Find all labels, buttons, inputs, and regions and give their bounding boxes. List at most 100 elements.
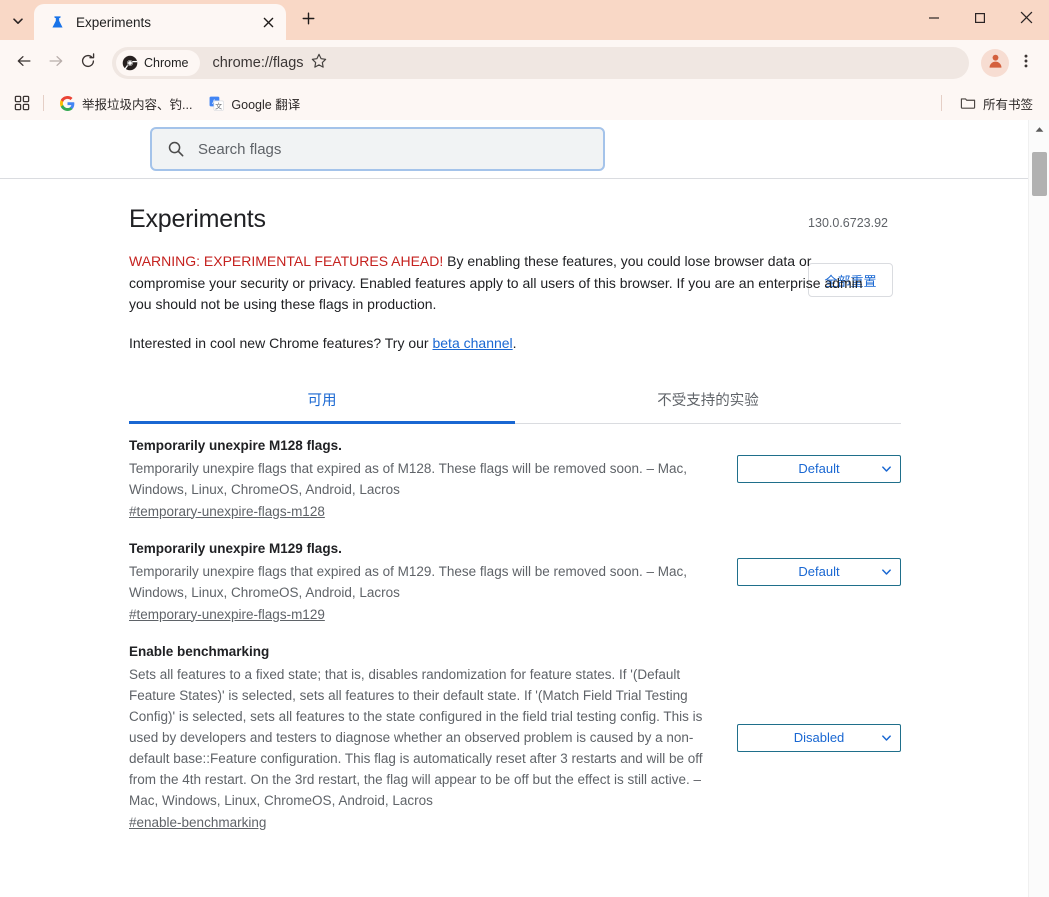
flag-text: Temporarily unexpire M128 flags. Tempora… [129, 437, 737, 521]
new-tab-button[interactable] [294, 7, 322, 35]
search-icon [166, 139, 186, 159]
scroll-up-arrow-icon[interactable] [1029, 120, 1049, 139]
tab-available[interactable]: 可用 [129, 378, 515, 424]
flag-description: Temporarily unexpire flags that expired … [129, 563, 688, 600]
close-icon [1020, 11, 1033, 29]
browser-window: Experiments Chrome chrome://flags 举报垃圾内容… [0, 0, 1049, 897]
back-button[interactable] [8, 47, 40, 79]
flag-name: Temporarily unexpire M129 flags. [129, 540, 342, 556]
close-icon[interactable] [258, 12, 278, 32]
flag-select[interactable]: Default [737, 557, 901, 586]
flags-page: 全部重置 Experiments 130.0.6723.92 WARNING: … [0, 120, 1028, 897]
beta-channel-link[interactable]: beta channel [432, 335, 512, 351]
tab-strip: Experiments [0, 0, 1049, 40]
bookmark-label: Google 翻译 [231, 97, 301, 112]
minimize-icon [928, 11, 940, 29]
flag-text: Temporarily unexpire M129 flags. Tempora… [129, 540, 737, 624]
chevron-down-icon [881, 732, 892, 743]
flag-permalink[interactable]: #temporary-unexpire-flags-m128 [129, 504, 325, 519]
chevron-down-icon [881, 463, 892, 474]
flag-control: Disabled [737, 643, 901, 752]
flag-permalink[interactable]: #enable-benchmarking [129, 815, 266, 830]
chevron-down-icon [881, 566, 892, 577]
flag-text: Enable benchmarking Sets all features to… [129, 643, 737, 832]
page-title: Experiments [129, 205, 266, 233]
chrome-chip-label: Chrome [144, 56, 189, 70]
flags-search-header: 全部重置 [0, 120, 1028, 297]
minimize-button[interactable] [911, 0, 957, 40]
omnibox[interactable]: Chrome chrome://flags [112, 47, 969, 79]
title-row: Experiments 130.0.6723.92 [129, 205, 888, 234]
browser-menu-button[interactable] [1011, 47, 1041, 79]
page-scrollbar[interactable] [1028, 120, 1049, 897]
svg-text:文: 文 [215, 101, 222, 110]
forward-button [40, 47, 72, 79]
flag-name: Temporarily unexpire M128 flags. [129, 437, 342, 453]
flag-control: Default [737, 540, 901, 586]
page-viewport: 全部重置 Experiments 130.0.6723.92 WARNING: … [0, 120, 1049, 897]
bookmark-star-button[interactable] [304, 48, 334, 78]
scrollbar-thumb[interactable] [1032, 152, 1047, 196]
three-dots-vertical-icon [1018, 53, 1034, 74]
apps-grid-icon[interactable] [8, 90, 36, 116]
arrow-back-icon [15, 52, 33, 75]
bookmarks-bar-right: 所有书签 [931, 90, 1041, 116]
beaker-flask-icon [48, 13, 66, 31]
search-box[interactable] [150, 127, 605, 171]
maximize-icon [974, 11, 986, 29]
browser-toolbar: Chrome chrome://flags [0, 40, 1049, 86]
bookmark-item-report-spam[interactable]: 举报垃圾内容、钓... [51, 90, 200, 116]
beta-text-after: . [512, 334, 517, 351]
flag-description: Sets all features to a fixed state; that… [129, 666, 703, 808]
flag-entry: Temporarily unexpire M128 flags. Tempora… [129, 424, 901, 526]
version-label: 130.0.6723.92 [808, 216, 888, 230]
flag-entry: Temporarily unexpire M129 flags. Tempora… [129, 526, 901, 629]
bookmarks-bar: 举报垃圾内容、钓... A 文 Google 翻译 [0, 86, 1049, 120]
beta-text-before: Interested in cool new Chrome features? … [129, 334, 433, 351]
scrollbar-track[interactable] [1029, 139, 1049, 897]
bookmark-separator [940, 95, 942, 111]
warning-paragraph: WARNING: EXPERIMENTAL FEATURES AHEAD! By… [129, 251, 888, 316]
flag-control: Default [737, 437, 901, 483]
flag-permalink[interactable]: #temporary-unexpire-flags-m129 [129, 607, 325, 622]
omnibox-url-text: chrome://flags [212, 55, 304, 71]
tab-title: Experiments [76, 14, 152, 30]
reload-icon [79, 52, 97, 75]
reload-button[interactable] [72, 47, 104, 79]
close-window-button[interactable] [1003, 0, 1049, 40]
folder-icon [960, 95, 976, 111]
arrow-forward-icon [47, 52, 65, 75]
star-outline-icon [310, 52, 328, 75]
flag-select[interactable]: Disabled [737, 723, 901, 752]
flag-description: Temporarily unexpire flags that expired … [129, 460, 688, 497]
beta-channel-paragraph: Interested in cool new Chrome features? … [129, 335, 888, 351]
plus-icon [301, 11, 316, 31]
tab-search-button[interactable] [4, 7, 32, 35]
chrome-origin-chip[interactable]: Chrome [116, 50, 201, 76]
flag-name: Enable benchmarking [129, 643, 270, 659]
flags-tabs: 可用 不受支持的实验 [129, 378, 901, 424]
search-wrapper [150, 127, 605, 171]
flag-list: Temporarily unexpire M128 flags. Tempora… [129, 424, 901, 837]
google-translate-icon: A 文 [208, 95, 224, 111]
bookmark-separator [43, 95, 44, 111]
flag-select[interactable]: Default [737, 454, 901, 483]
all-bookmarks-button[interactable]: 所有书签 [952, 90, 1041, 116]
all-bookmarks-label: 所有书签 [982, 97, 1033, 112]
maximize-button[interactable] [957, 0, 1003, 40]
google-g-icon [59, 95, 75, 111]
search-input[interactable] [198, 140, 589, 158]
bookmark-item-google-translate[interactable]: A 文 Google 翻译 [200, 90, 308, 116]
browser-tab-experiments[interactable]: Experiments [34, 4, 286, 40]
tab-unsupported[interactable]: 不受支持的实验 [515, 378, 901, 423]
flag-select-value: Default [798, 461, 840, 476]
flags-content: Experiments 130.0.6723.92 WARNING: EXPER… [0, 179, 1028, 897]
bookmark-label: 举报垃圾内容、钓... [82, 97, 193, 112]
flag-select-value: Disabled [793, 730, 845, 745]
chevron-down-icon [11, 14, 25, 28]
chrome-logo-icon [122, 55, 138, 71]
profile-avatar-icon [987, 52, 1004, 74]
warning-headline: WARNING: EXPERIMENTAL FEATURES AHEAD! [129, 253, 444, 269]
flag-select-value: Default [798, 564, 840, 579]
profile-button[interactable] [981, 49, 1009, 77]
